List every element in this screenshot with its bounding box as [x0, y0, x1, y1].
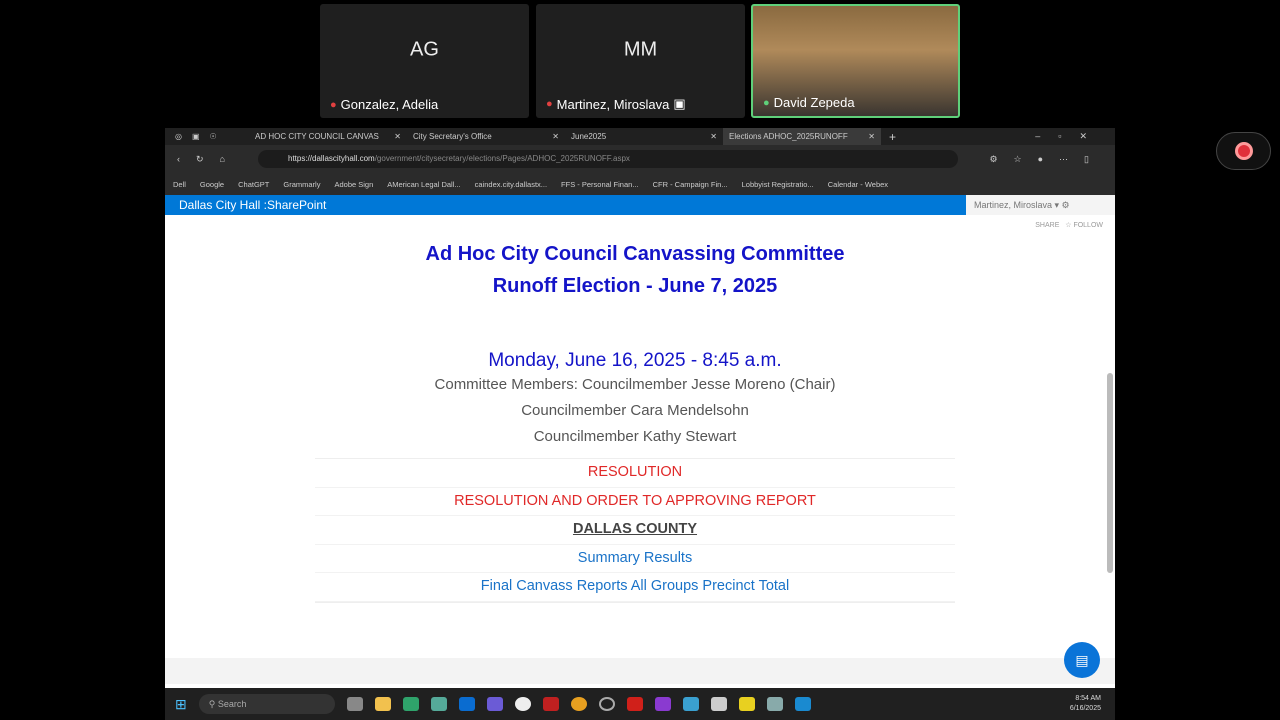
close-icon[interactable]: ✕	[552, 132, 559, 141]
participant-name: Gonzalez, Adelia	[340, 97, 439, 112]
scrollbar[interactable]	[1107, 373, 1113, 573]
bookmark[interactable]: Dell	[173, 180, 186, 189]
app-icon[interactable]	[346, 697, 363, 711]
participant-name: David Zepeda	[773, 95, 855, 110]
tab-label: Elections ADHOC_2025RUNOFF	[729, 132, 848, 141]
page-content: Ad Hoc City Council Canvassing Committee…	[165, 238, 1105, 603]
webex-icon[interactable]	[794, 697, 811, 711]
member: Councilmember Kathy Stewart	[533, 428, 737, 445]
clock[interactable]: 8:54 AM 6/16/2025	[1070, 694, 1101, 714]
app-icon[interactable]	[710, 697, 727, 711]
bookmark[interactable]: Google	[200, 180, 224, 189]
close-icon[interactable]: ✕	[394, 132, 401, 141]
tab-label: AD HOC CITY COUNCIL CANVAS	[255, 132, 379, 141]
start-icon[interactable]: ⊞	[175, 696, 187, 713]
bookmarks-bar: Dell Google ChatGPT Grammarly Adobe Sign…	[165, 173, 1115, 195]
user-menu[interactable]: Martinez, Miroslava ▾ ⚙	[966, 195, 1115, 215]
tab[interactable]: AD HOC CITY COUNCIL CANVAS ✕	[249, 128, 407, 145]
participant-name: Martinez, Miroslava	[556, 96, 670, 112]
member: Councilmember Cara Mendelsohn	[521, 402, 749, 419]
bookmark[interactable]: Lobbyist Registratio...	[742, 180, 814, 189]
bookmark[interactable]: caindex.city.dallastx...	[475, 180, 547, 189]
user-name: Martinez, Miroslava	[974, 200, 1053, 210]
headset-icon[interactable]	[598, 697, 615, 711]
bookmark[interactable]: FFS - Personal Finan...	[561, 180, 639, 189]
final-canvass-link[interactable]: Final Canvass Reports All Groups Precinc…	[315, 573, 955, 602]
page-subtitle: Runoff Election - June 7, 2025	[492, 275, 778, 297]
tab-active[interactable]: Elections ADHOC_2025RUNOFF ✕	[723, 128, 881, 145]
horizontal-bar	[165, 658, 1115, 684]
teams-icon[interactable]	[486, 697, 503, 711]
app-icon[interactable]	[766, 697, 783, 711]
page-tools: SHARE ☆ FOLLOW	[1035, 222, 1103, 229]
tab-bar: ◎▣☉ AD HOC CITY COUNCIL CANVAS ✕ City Sec…	[165, 128, 1115, 145]
shared-screen: ◎▣☉ AD HOC CITY COUNCIL CANVAS ✕ City Sec…	[165, 128, 1115, 720]
participant-tile[interactable]: AG ● Gonzalez, Adelia	[320, 4, 529, 118]
browser-controls-icon[interactable]: ◎▣☉	[165, 132, 249, 141]
avatar: MM	[623, 38, 658, 61]
tab-label: June2025	[571, 132, 607, 141]
avatar: AG	[410, 38, 439, 61]
summary-results-link[interactable]: Summary Results	[315, 545, 955, 573]
nav-icons[interactable]: ‹↻⌂	[165, 154, 241, 165]
date: 6/16/2025	[1069, 705, 1101, 712]
new-tab-icon[interactable]: +	[889, 130, 896, 144]
chrome-icon[interactable]	[570, 697, 587, 711]
mic-icon: ●	[763, 96, 770, 109]
toolbar-icons[interactable]: ⚙☆●⋯▯	[989, 154, 1105, 165]
filezilla-icon[interactable]	[542, 697, 559, 711]
member: Committee Members: Councilmember Jesse M…	[434, 376, 836, 393]
close-icon[interactable]: ✕	[710, 132, 717, 141]
page-title: Ad Hoc City Council Canvassing Committee	[425, 243, 845, 265]
url-input[interactable]: https://dallascityhall.com/government/ci…	[258, 150, 958, 168]
mic-muted-icon: ●	[546, 98, 553, 110]
chat-icon[interactable]: ▤	[1064, 642, 1100, 678]
bookmark[interactable]: AMerican Legal Dall...	[387, 180, 460, 189]
search-input[interactable]: ⚲ Search	[198, 694, 335, 714]
dallas-county-heading: DALLAS COUNTY	[315, 516, 955, 545]
record-icon	[1234, 142, 1253, 160]
acrobat-icon[interactable]	[626, 697, 643, 711]
tab[interactable]: June2025 ✕	[565, 128, 723, 145]
share-button[interactable]: SHARE	[1035, 222, 1059, 229]
mic-muted-icon: ●	[330, 98, 337, 111]
url-domain: https://dallascityhall.com	[288, 154, 375, 163]
participant-tile[interactable]: MM ● Martinez, Miroslava ▣	[536, 4, 745, 118]
sticky-notes-icon[interactable]	[738, 697, 755, 711]
bookmark[interactable]: ChatGPT	[238, 180, 269, 189]
app-icon[interactable]	[682, 697, 699, 711]
tab[interactable]: City Secretary's Office ✕	[407, 128, 565, 145]
follow-button[interactable]: FOLLOW	[1073, 222, 1103, 229]
bookmark[interactable]: CFR - Campaign Fin...	[653, 180, 728, 189]
resolution-link[interactable]: RESOLUTION	[315, 459, 955, 488]
participant-video-tile[interactable]: ● David Zepeda	[751, 4, 960, 118]
taskbar: ⊞ ⚲ Search 8:54 AM 6/16/2025	[165, 688, 1115, 720]
app-icon[interactable]	[514, 697, 531, 711]
edge-icon[interactable]	[402, 697, 419, 711]
close-icon[interactable]: ✕	[868, 132, 875, 141]
search-label: Search	[217, 699, 247, 709]
bookmark[interactable]: Calendar - Webex	[828, 180, 888, 189]
bookmark[interactable]: Grammarly	[283, 180, 320, 189]
outlook-icon[interactable]	[458, 697, 475, 711]
sharepoint-title[interactable]: Dallas City Hall :SharePoint	[165, 195, 966, 215]
onenote-icon[interactable]	[654, 697, 671, 711]
meeting-date: Monday, June 16, 2025 - 8:45 a.m.	[488, 350, 782, 371]
window-controls-icon[interactable]: –▫✕	[1035, 131, 1115, 142]
record-button[interactable]	[1216, 132, 1271, 170]
screen-share-icon: ▣	[673, 96, 686, 111]
bookmark[interactable]: Adobe Sign	[334, 180, 373, 189]
url-path: /government/citysecretary/elections/Page…	[374, 154, 630, 163]
app-icon[interactable]	[430, 697, 447, 711]
time: 8:54 AM	[1075, 695, 1101, 702]
file-explorer-icon[interactable]	[374, 697, 391, 711]
resolution-order-link[interactable]: RESOLUTION AND ORDER TO APPROVING REPORT	[315, 488, 955, 516]
tab-label: City Secretary's Office	[413, 132, 492, 141]
address-bar-row: ‹↻⌂ https://dallascityhall.com/governmen…	[165, 145, 1115, 173]
documents-table: RESOLUTION RESOLUTION AND ORDER TO APPRO…	[315, 458, 955, 603]
